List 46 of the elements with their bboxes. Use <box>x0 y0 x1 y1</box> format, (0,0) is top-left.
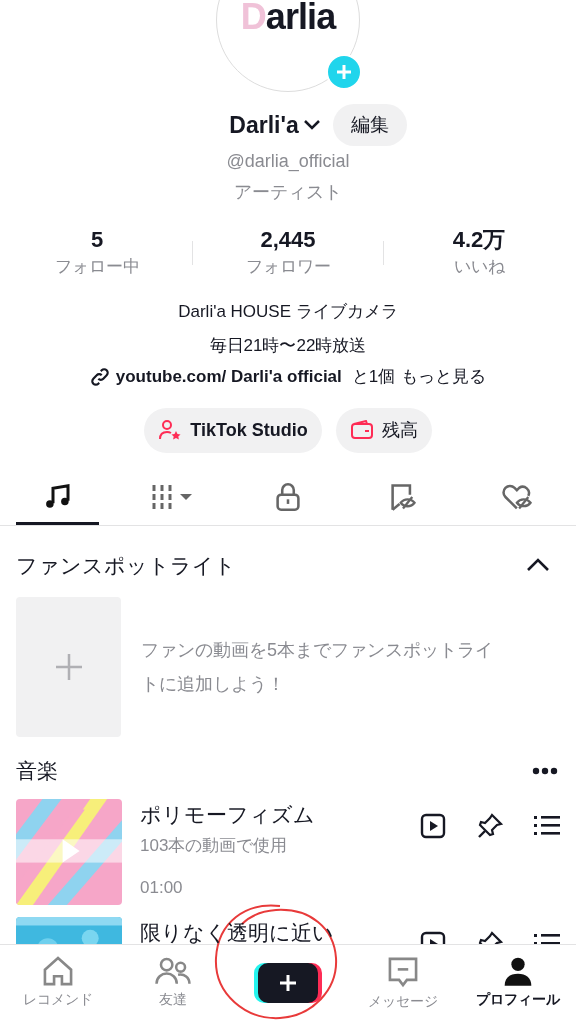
plus-icon <box>335 63 353 81</box>
stat-label: いいね <box>453 255 505 278</box>
link-count: と1個 <box>351 366 396 388</box>
stat-value: 2,445 <box>260 226 316 254</box>
play-icon[interactable] <box>420 812 446 839</box>
stat-label: フォロワー <box>245 255 331 278</box>
wallet-icon <box>349 420 374 440</box>
studio-button[interactable]: TikTok Studio <box>144 407 322 453</box>
spotlight-hint: ファンの動画を5本までファンスポットライトに追加しよう！ <box>141 639 494 696</box>
bio-line: Darli'a HOUSE ライブカメラ <box>178 301 398 323</box>
category-label: アーティスト <box>234 181 342 204</box>
plus-icon <box>278 973 298 993</box>
add-video-tile[interactable] <box>16 597 121 737</box>
edit-button[interactable]: 編集 <box>332 104 407 146</box>
hidden-heart-icon <box>502 482 535 512</box>
song-title: ポリモーフィズム <box>140 801 316 828</box>
username: @darlia_official <box>226 150 350 174</box>
friends-icon <box>153 955 192 987</box>
stat-value: 4.2万 <box>452 226 506 254</box>
section-title: ファンスポットライト <box>16 552 236 579</box>
more-icon[interactable] <box>532 766 558 775</box>
nav-tab[interactable]: レコメンド <box>0 955 116 1010</box>
link-icon <box>89 366 110 387</box>
profile-name: Darli'a <box>229 110 299 140</box>
list-icon[interactable] <box>534 814 560 837</box>
person-star-icon <box>158 419 183 441</box>
lock-icon <box>274 482 302 512</box>
stat-label: フォロー中 <box>54 255 140 278</box>
nav-tab[interactable]: メッセージ <box>345 955 461 1012</box>
hidden-bookmark-icon <box>388 482 419 512</box>
profile-link[interactable]: youtube.com/ Darli'a official <box>115 364 342 390</box>
song-row[interactable]: ポリモーフィズム 103本の動画で使用 01:00 <box>0 798 576 907</box>
usage-count: 103本の動画で使用 <box>140 834 289 857</box>
chevron-down-icon[interactable] <box>302 119 321 131</box>
nav-tab[interactable]: プロフィール <box>460 955 576 1010</box>
duration: 01:00 <box>140 877 184 899</box>
nav-tab[interactable]: 友達 <box>115 955 231 1010</box>
bio-line: 毎日21時〜22時放送 <box>209 334 367 357</box>
see-more-link[interactable]: もっと見る <box>401 364 487 390</box>
pin-icon[interactable] <box>476 811 504 840</box>
balance-button[interactable]: 残高 <box>335 407 432 453</box>
avatar[interactable]: Darlia <box>216 0 360 92</box>
avatar-logo: Darlia <box>240 0 336 35</box>
plus-icon <box>53 652 84 682</box>
stat-value: 5 <box>90 226 104 254</box>
section-title: 音楽 <box>16 758 58 784</box>
